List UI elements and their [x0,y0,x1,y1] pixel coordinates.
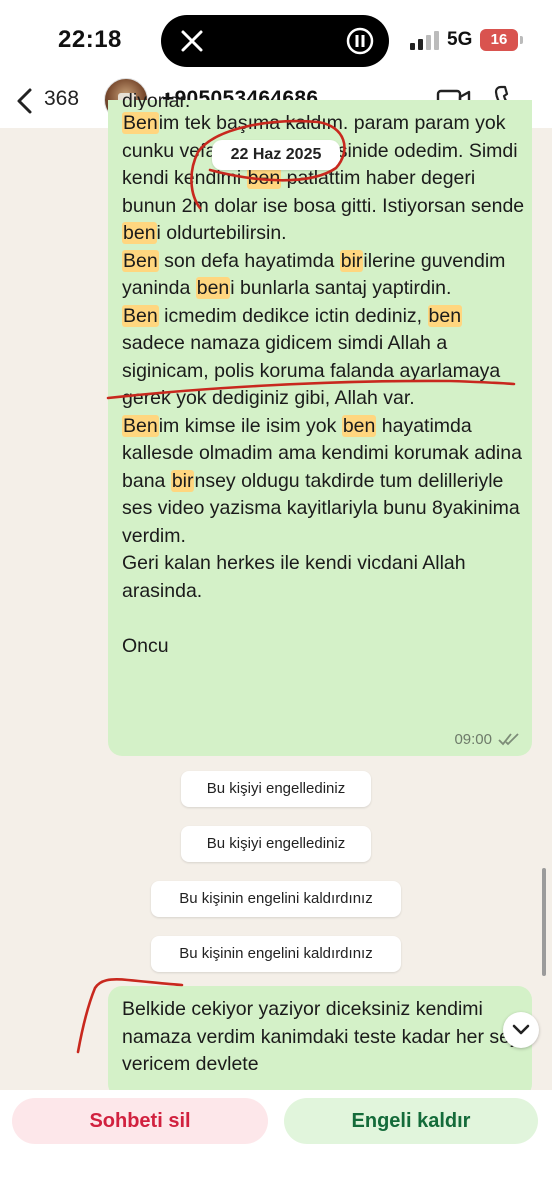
pause-icon[interactable] [345,26,375,56]
search-highlight: ben [341,414,377,437]
date-separator: 22 Haz 2025 [212,140,340,170]
search-highlight: bir [339,249,364,272]
outgoing-message-bubble[interactable]: diyorlar. Benim tek başıma kaldım. param … [108,90,532,756]
status-bar: 22:18 5G 16 [0,0,552,82]
message-text: diyorlar. Benim tek başıma kaldım. param … [122,90,526,661]
double-check-icon [498,733,519,746]
message-partial-line: diyorlar. [122,90,191,110]
text-segment: son defa hayatimda [158,249,340,272]
dynamic-island[interactable] [161,15,389,67]
status-time: 22:18 [58,26,122,53]
battery-icon: 16 [480,29,518,51]
search-highlight: ben [427,304,463,327]
delete-chat-button[interactable]: Sohbeti sil [12,1098,268,1144]
scrollbar[interactable] [542,868,546,976]
outgoing-message-bubble[interactable]: Belkide cekiyor yaziyor diceksiniz kendi… [108,986,532,1098]
text-segment: Geri kalan herkes ile kendi vicdani Alla… [122,552,466,602]
x-logo-icon [181,30,203,52]
text-segment: i bunlarla santaj yaptirdin. [230,277,452,299]
system-notice: Bu kişiyi engellediniz [181,826,371,862]
message-time: 09:00 [454,731,492,748]
message-paragraph: Benim tek başıma kaldım. param param yok… [122,110,526,248]
battery-nub [520,36,523,44]
text-segment: Oncu [122,634,169,657]
chevron-left-icon[interactable] [12,86,38,116]
system-notice: Bu kişinin engelini kaldırdınız [151,881,401,917]
search-highlight: Ben [122,414,159,437]
system-notice: Bu kişiyi engellediniz [181,771,371,807]
text-segment: icmedim dedikce ictin dediniz, [158,304,428,327]
message-paragraph: Ben son defa hayatimda birilerine guvend… [122,248,526,303]
message-paragraph: Oncu [122,633,526,661]
search-highlight: ben [246,167,282,189]
text-segment: im kimse ile isim yok [158,414,342,437]
message-paragraph [122,605,526,633]
search-highlight: ben [122,222,157,244]
search-highlight: Ben [122,112,159,134]
search-highlight: Ben [122,304,159,327]
unblock-button[interactable]: Engeli kaldır [284,1098,538,1144]
back-unread-count[interactable]: 368 [44,87,79,111]
chevron-down-icon [512,1024,530,1035]
signal-icon [410,31,439,50]
text-segment: im tek başıma kaldım. [158,112,354,134]
network-type: 5G [447,29,473,50]
search-highlight: Ben [122,249,159,272]
text-segment: sadece namaza gidicem simdi Allah a sigi… [122,332,501,409]
system-notice: Bu kişinin engelini kaldırdınız [151,936,401,972]
message-paragraph: Geri kalan herkes ile kendi vicdani Alla… [122,550,526,605]
scroll-to-bottom-button[interactable] [503,1012,539,1048]
search-highlight: ben [195,277,231,299]
message-paragraph: Benim kimse ile isim yok ben hayatimda k… [122,413,526,551]
message-text: Belkide cekiyor yaziyor diceksiniz kendi… [122,998,525,1075]
bottom-action-bar: Sohbeti sil Engeli kaldır [0,1090,552,1200]
text-segment: i oldurtebilirsin. [156,222,287,244]
search-highlight: bir [170,469,195,492]
message-paragraph: Ben icmedim dedikce ictin dediniz, ben s… [122,303,526,413]
